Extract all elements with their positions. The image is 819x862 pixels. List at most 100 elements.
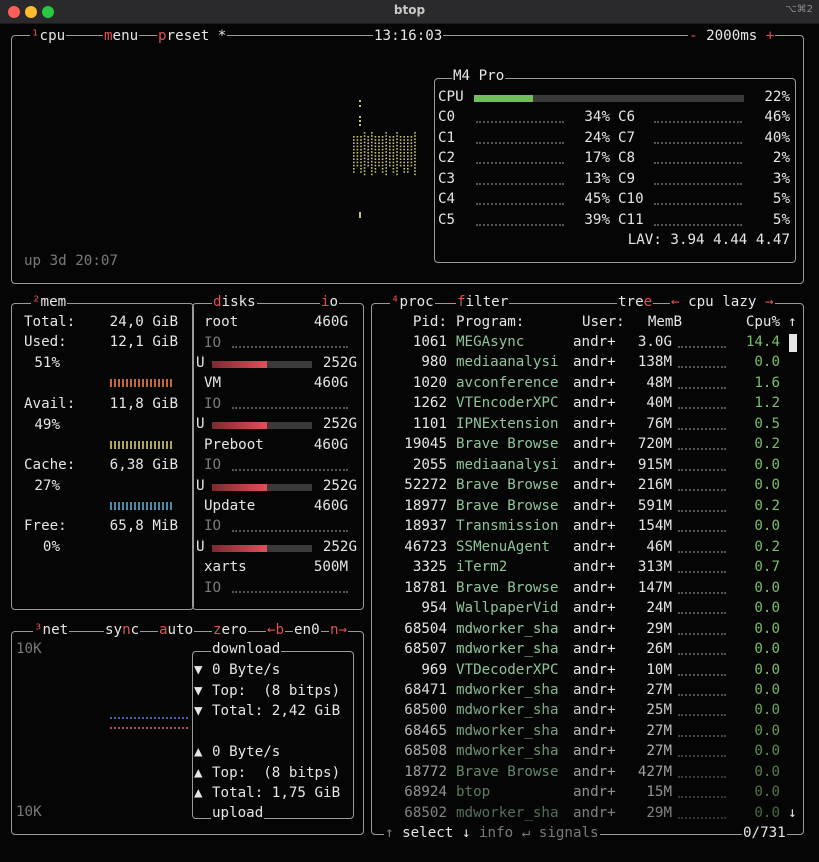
- table-row[interactable]: 68507 mdworker_sha andr+ 26M 0.0: [374, 641, 784, 658]
- interval-minus-button[interactable]: -: [689, 28, 698, 44]
- proc-cpu: 0.7: [754, 559, 780, 576]
- table-row[interactable]: 18937 Transmission andr+ 154M 0.0: [374, 518, 784, 535]
- table-row[interactable]: 3325 iTerm2 andr+ 313M 0.7: [374, 559, 784, 576]
- proc-pid: 68465: [404, 722, 447, 739]
- proc-user: andr+: [573, 374, 616, 391]
- core-label: C2: [438, 150, 456, 166]
- preset-tab[interactable]: preset *: [157, 28, 228, 45]
- next-interface-button[interactable]: n→: [329, 622, 349, 639]
- core-graph: [476, 200, 564, 205]
- table-row[interactable]: 52272 Brave Browse andr+ 216M 0.0: [374, 477, 784, 494]
- proc-cpu-graph: [678, 363, 726, 369]
- cpu-total-percent: 22%: [764, 89, 790, 105]
- proc-mem: 427M: [637, 763, 672, 780]
- disk-name: xarts: [204, 559, 247, 576]
- mem-percent: 51%: [34, 355, 60, 371]
- disk-io-label: IO: [204, 457, 222, 474]
- col-program[interactable]: Program:: [456, 314, 524, 331]
- core-label: C5: [438, 211, 456, 228]
- auto-tab[interactable]: auto: [158, 622, 195, 639]
- core-graph: [654, 159, 742, 164]
- table-row[interactable]: 19045 Brave Browse andr+ 720M 0.2: [374, 436, 784, 453]
- proc-pid: 68500: [404, 702, 447, 719]
- signals-hint[interactable]: signals: [539, 825, 599, 841]
- col-pid[interactable]: Pid:: [395, 314, 447, 331]
- proc-pid: 980: [421, 354, 447, 371]
- proc-pid: 969: [421, 661, 447, 678]
- core-percent: 24%: [584, 129, 610, 146]
- table-row[interactable]: 68465 mdworker_sha andr+ 27M 0.0: [374, 723, 784, 740]
- table-row[interactable]: 18781 Brave Browse andr+ 147M 0.0: [374, 580, 784, 597]
- col-cpu[interactable]: Cpu%: [730, 314, 780, 331]
- table-row[interactable]: 1262 VTEncoderXPC andr+ 40M 1.2: [374, 395, 784, 412]
- disk-name: root: [204, 314, 239, 330]
- table-row[interactable]: 1020 avconference andr+ 48M 1.6: [374, 375, 784, 392]
- scrollbar-thumb[interactable]: [789, 334, 797, 352]
- table-row[interactable]: 954 WallpaperVid andr+ 24M 0.0: [374, 600, 784, 617]
- table-row[interactable]: 1101 IPNExtension andr+ 76M 0.5: [374, 416, 784, 433]
- proc-program: mdworker_sha: [456, 722, 559, 739]
- proc-cpu-graph: [678, 711, 726, 717]
- proc-pid: 1101: [412, 415, 447, 432]
- table-row[interactable]: 68508 mdworker_sha andr+ 27M 0.0: [374, 743, 784, 760]
- cpu-tab[interactable]: ¹cpu: [30, 28, 67, 45]
- proc-tab[interactable]: ⁴proc: [390, 294, 435, 311]
- table-row[interactable]: 980 mediaanalysi andr+ 138M 0.0: [374, 354, 784, 371]
- download-arrow-icon: ▼: [194, 682, 203, 699]
- core-percent: 40%: [764, 129, 790, 146]
- table-row[interactable]: 68502 mdworker_sha andr+ 29M 0.0: [374, 805, 784, 822]
- select-hint[interactable]: select ↓: [402, 825, 470, 841]
- disk-size: 460G: [313, 497, 348, 514]
- menu-tab[interactable]: menu: [103, 28, 140, 45]
- mem-value: 24,0 GiB: [109, 314, 178, 330]
- table-row[interactable]: 18977 Brave Browse andr+ 591M 0.2: [374, 498, 784, 515]
- scroll-up-button[interactable]: ↑: [788, 314, 797, 331]
- mem-tab[interactable]: ²mem: [31, 294, 68, 311]
- net-tab[interactable]: ³net: [33, 622, 70, 639]
- filter-tab[interactable]: filter: [456, 294, 510, 311]
- proc-pid: 46723: [404, 538, 447, 555]
- table-row[interactable]: 1061 MEGAsync andr+ 3.0G 14.4: [374, 334, 784, 351]
- disk-io-label: IO: [204, 395, 222, 412]
- table-row[interactable]: 68924 btop andr+ 15M 0.0: [374, 784, 784, 801]
- disk-usage-fill: [212, 361, 267, 368]
- sort-selector[interactable]: ← cpu lazy →: [670, 294, 775, 311]
- table-row[interactable]: 68471 mdworker_sha andr+ 27M 0.0: [374, 682, 784, 699]
- proc-mem: 147M: [637, 579, 672, 596]
- proc-cpu-graph: [678, 732, 726, 737]
- proc-mem: 27M: [646, 743, 672, 760]
- proc-cpu: 0.0: [754, 354, 780, 371]
- proc-program: Brave Browse: [456, 497, 559, 514]
- mem-graph: [110, 502, 174, 510]
- core-graph: [654, 200, 742, 205]
- proc-pid: 68507: [404, 641, 447, 658]
- info-hint[interactable]: info ↵: [479, 825, 530, 841]
- proc-user: andr+: [573, 456, 616, 473]
- interval-plus-button[interactable]: +: [766, 28, 775, 44]
- col-mem[interactable]: MemB: [630, 314, 682, 331]
- proc-cpu-graph: [678, 752, 726, 758]
- mem-graph: [110, 441, 174, 449]
- interval-control[interactable]: - 2000ms +: [688, 28, 776, 45]
- io-tab[interactable]: io: [320, 294, 340, 311]
- disk-usage-bar: [212, 483, 312, 491]
- table-row[interactable]: 68500 mdworker_sha andr+ 25M 0.0: [374, 702, 784, 719]
- core-label: C1: [438, 129, 456, 146]
- sync-tab[interactable]: sync: [104, 622, 141, 639]
- proc-program: mdworker_sha: [456, 620, 559, 637]
- table-row[interactable]: 2055 mediaanalysi andr+ 915M 0.0: [374, 457, 784, 474]
- core-percent: 5%: [772, 211, 790, 228]
- proc-cpu: 0.0: [754, 702, 780, 719]
- table-row[interactable]: 18772 Brave Browse andr+ 427M 0.0: [374, 764, 784, 781]
- disks-tab[interactable]: disks: [212, 294, 257, 311]
- disk-name: Update: [204, 497, 256, 514]
- zero-tab[interactable]: zero: [212, 622, 249, 639]
- col-user[interactable]: User:: [582, 314, 625, 331]
- proc-cpu: 0.0: [754, 661, 780, 678]
- prev-interface-button[interactable]: ←b: [266, 622, 286, 639]
- table-row[interactable]: 46723 SSMenuAgent andr+ 46M 0.2: [374, 539, 784, 556]
- scroll-down-button[interactable]: ↓: [788, 805, 797, 822]
- table-row[interactable]: 68504 mdworker_sha andr+ 29M 0.0: [374, 621, 784, 638]
- table-row[interactable]: 969 VTDecoderXPC andr+ 10M 0.0: [374, 662, 784, 679]
- tree-tab[interactable]: tree: [617, 294, 654, 311]
